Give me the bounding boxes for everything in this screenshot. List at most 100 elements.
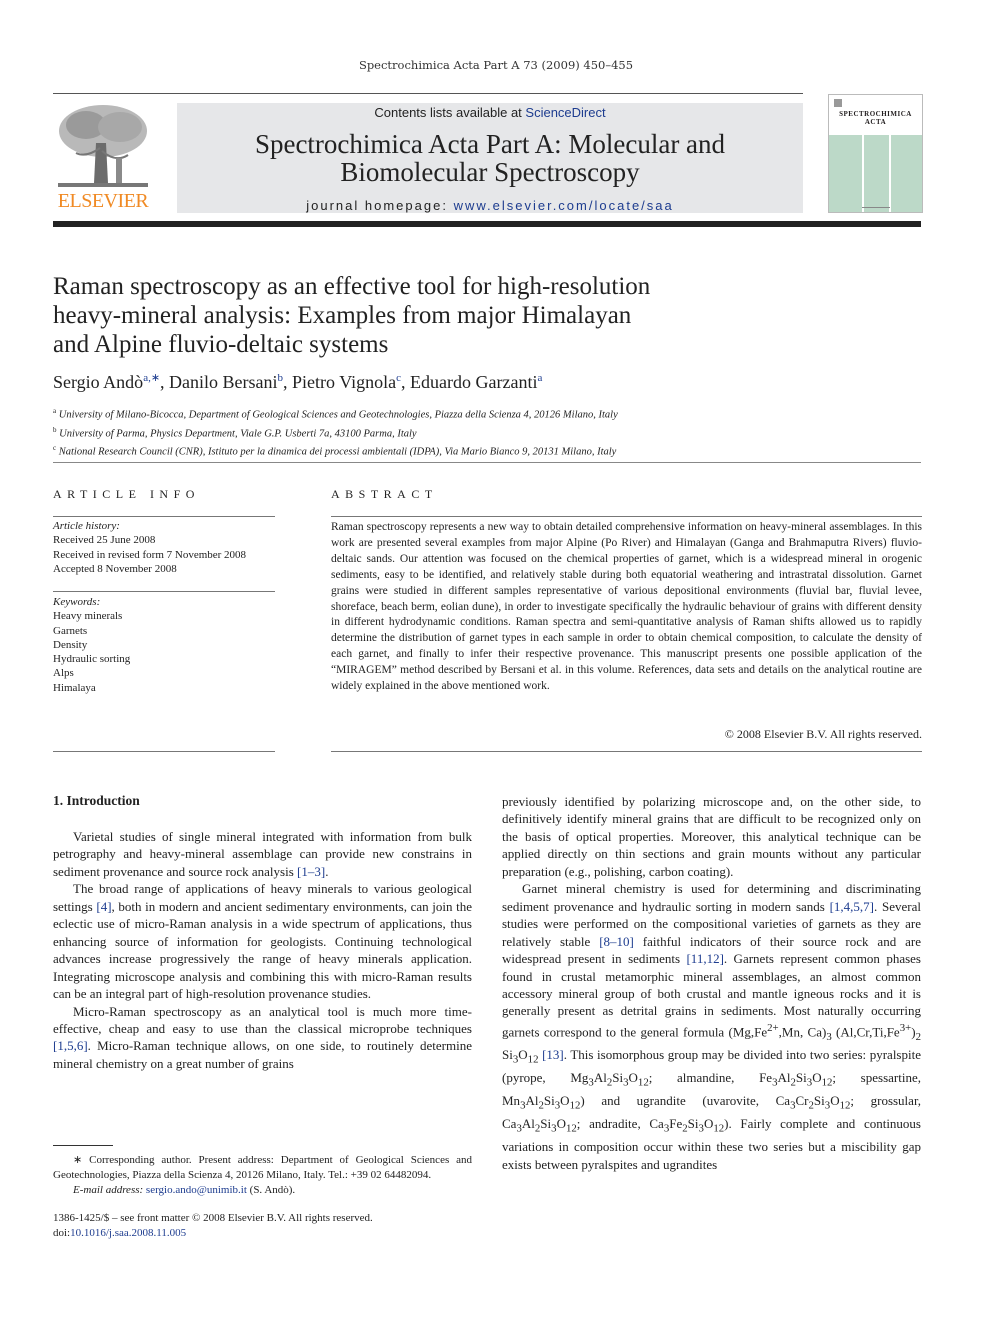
article-history: Article history: Received 25 June 2008 R…	[53, 519, 283, 576]
citation-link[interactable]: [1,5,6]	[53, 1038, 88, 1053]
citation-link[interactable]: [1,4,5,7]	[830, 899, 874, 914]
header-rule-thick	[53, 221, 921, 227]
footnote-rule	[53, 1145, 113, 1146]
affiliation-mark: a	[53, 407, 57, 415]
affiliations: a University of Milano-Bicocca, Departme…	[53, 404, 618, 460]
paragraph-text: Al	[521, 1116, 535, 1132]
affiliation-text: National Research Council (CNR), Istitut…	[58, 446, 617, 458]
journal-title-line2: Biomolecular Spectroscopy	[340, 157, 640, 187]
cover-title: SPECTROCHIMICA ACTA	[829, 110, 922, 126]
history-item: Received 25 June 2008	[53, 534, 156, 547]
paragraph-text: .	[325, 863, 329, 879]
paragraph-text: ; almandine, Fe	[648, 1070, 773, 1086]
cover-stripe	[862, 135, 864, 212]
body-paragraph: Micro-Raman spectroscopy as an analytica…	[53, 1003, 472, 1073]
homepage-link[interactable]: www.elsevier.com/locate/saa	[454, 198, 674, 213]
affiliation-mark: c	[53, 444, 57, 452]
cover-footer-line	[862, 207, 890, 208]
subscript: 12	[637, 1076, 649, 1089]
divider	[331, 516, 922, 517]
author-list: Sergio Andòa,∗, Danilo Bersanib, Pietro …	[53, 371, 542, 393]
divider	[331, 751, 922, 752]
email-label: E-mail address:	[73, 1184, 146, 1196]
divider	[53, 751, 275, 752]
citation-link[interactable]: [13]	[542, 1047, 564, 1062]
paragraph-text: Si	[795, 1070, 807, 1086]
contents-line: Contents lists available at ScienceDirec…	[177, 105, 803, 120]
paragraph-text: previously identified by polarizing micr…	[502, 794, 921, 879]
author-name[interactable]: Danilo Bersani	[169, 372, 277, 392]
homepage-label: journal homepage:	[306, 198, 454, 213]
paragraph-text: Si	[540, 1116, 552, 1132]
corresponding-author-footnote: ∗ Corresponding author. Present address:…	[53, 1153, 472, 1198]
elsevier-logo[interactable]: ELSEVIER	[53, 103, 153, 213]
paragraph-text: O	[560, 1093, 570, 1109]
paragraph-text: Si	[543, 1093, 555, 1109]
author-name[interactable]: Pietro Vignola	[292, 372, 396, 392]
paragraph-text: Fe	[669, 1116, 683, 1132]
affiliation: c National Research Council (CNR), Istit…	[53, 441, 618, 460]
paragraph-text: Micro-Raman spectroscopy as an analytica…	[53, 1003, 472, 1036]
citation-link[interactable]: [8–10]	[599, 934, 634, 949]
subscript: 12	[527, 1053, 539, 1066]
elsevier-tree-icon	[56, 103, 150, 191]
elsevier-wordmark: ELSEVIER	[57, 190, 149, 212]
history-label: Article history:	[53, 520, 120, 532]
paragraph-text: ; andradite, Ca	[576, 1116, 664, 1132]
issn-footer: 1386-1425/$ – see front matter © 2008 El…	[53, 1211, 493, 1241]
subscript: 12	[569, 1099, 581, 1112]
paragraph-text: O	[518, 1047, 528, 1063]
footnote-mark: ∗	[73, 1154, 83, 1166]
author-affiliation-mark[interactable]: a,∗	[143, 372, 160, 384]
body-right-column: previously identified by polarizing micr…	[502, 793, 921, 1173]
article-title: Raman spectroscopy as an effective tool …	[53, 272, 733, 359]
running-head: Spectrochimica Acta Part A 73 (2009) 450…	[358, 58, 634, 72]
footnote-text: Corresponding author. Present address: D…	[53, 1154, 472, 1181]
journal-title[interactable]: Spectrochimica Acta Part A: Molecular an…	[177, 130, 803, 186]
affiliation-mark: b	[53, 425, 57, 434]
paragraph-text: ,Mn, Ca)	[778, 1024, 827, 1040]
history-item: Received in revised form 7 November 2008	[53, 548, 247, 561]
journal-title-line1: Spectrochimica Acta Part A: Molecular an…	[254, 129, 726, 159]
citation-link[interactable]: [4]	[96, 899, 111, 914]
paragraph-text: O	[628, 1070, 638, 1086]
cover-title-line1: SPECTROCHIMICA	[839, 110, 912, 118]
body-paragraph: The broad range of applications of heavy…	[53, 880, 472, 1002]
author-name[interactable]: Eduardo Garzanti	[410, 372, 537, 392]
body-left-column: Varietal studies of single mineral integ…	[53, 828, 472, 1072]
header-rule-top	[53, 93, 803, 94]
affiliation-text: University of Milano-Bicocca, Department…	[58, 409, 618, 421]
section-heading-introduction: 1. Introduction	[53, 793, 140, 808]
paragraph-text: Si	[502, 1047, 513, 1063]
journal-cover-thumbnail[interactable]: SPECTROCHIMICA ACTA	[828, 94, 923, 213]
issn-line: 1386-1425/$ – see front matter © 2008 El…	[53, 1212, 373, 1224]
author-separator: ,	[401, 372, 411, 392]
paragraph-text: Si	[687, 1116, 699, 1132]
paragraph-text: O	[703, 1116, 714, 1132]
history-item: Accepted 8 November 2008	[53, 562, 177, 575]
superscript: 2+	[767, 1021, 779, 1034]
author-name[interactable]: Sergio Andò	[53, 372, 143, 392]
author-affiliation-mark[interactable]: a	[537, 372, 542, 384]
subscript: 12	[839, 1099, 851, 1112]
paragraph-text: Si	[612, 1070, 624, 1086]
title-line: Raman spectroscopy as an effective tool …	[53, 273, 651, 300]
sciencedirect-link[interactable]: ScienceDirect	[525, 105, 605, 120]
paragraph-text: Al	[777, 1070, 791, 1086]
author-separator: ,	[160, 372, 170, 392]
citation-link[interactable]: [1–3]	[297, 864, 325, 879]
citation-link[interactable]: [11,12]	[686, 951, 723, 966]
doi-prefix: doi:	[53, 1227, 71, 1239]
cover-stripe	[889, 135, 891, 212]
paragraph-text: Cr	[795, 1093, 809, 1109]
paragraph-text: Al	[593, 1070, 607, 1086]
article-info-heading: ARTICLE INFO	[53, 487, 200, 501]
title-line: and Alpine fluvio-deltaic systems	[53, 331, 389, 358]
doi-link[interactable]: 10.1016/j.saa.2008.11.005	[70, 1227, 186, 1239]
affiliation: a University of Milano-Bicocca, Departme…	[53, 404, 618, 423]
email-link[interactable]: sergio.ando@unimib.it	[146, 1184, 247, 1196]
keyword: Density	[53, 638, 88, 651]
paragraph-text: O	[556, 1116, 566, 1132]
keyword: Garnets	[53, 624, 88, 637]
cover-logo-icon	[834, 99, 842, 107]
